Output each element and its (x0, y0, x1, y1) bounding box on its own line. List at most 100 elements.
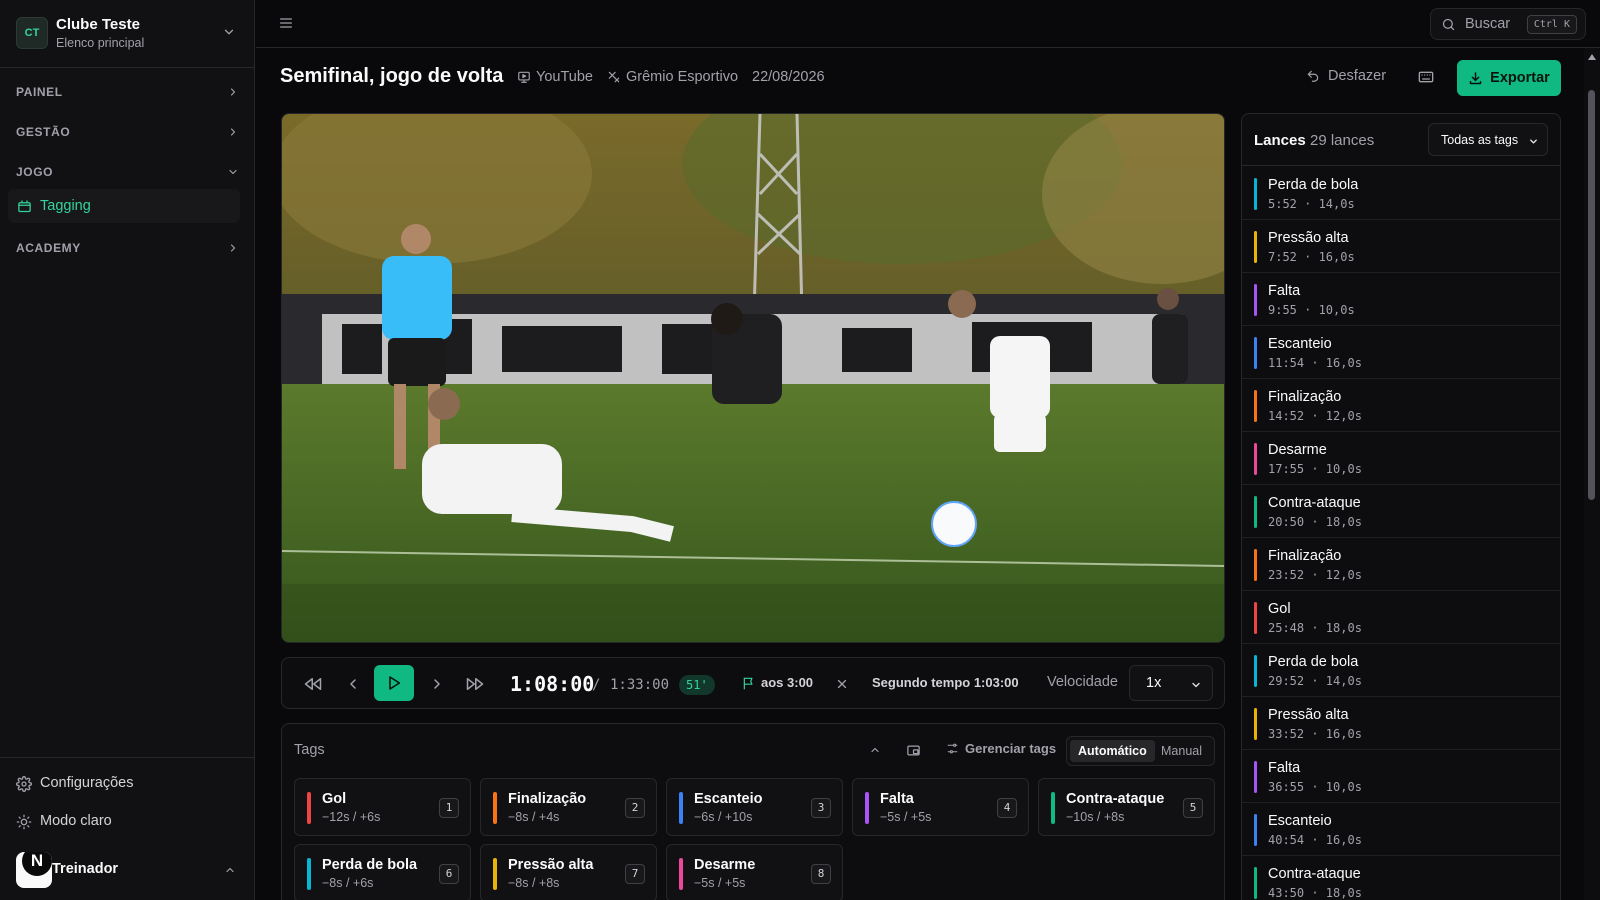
mode-manual-button[interactable]: Manual (1161, 740, 1202, 762)
flag-icon (742, 676, 756, 690)
mode-automatic-button[interactable]: Automático (1070, 740, 1155, 762)
list-item[interactable]: Falta 9:55 · 10,0s (1242, 273, 1560, 326)
list-item[interactable]: Contra-ataque 20:50 · 18,0s (1242, 485, 1560, 538)
skip-back-icon[interactable] (304, 675, 322, 693)
export-button[interactable]: Exportar (1457, 60, 1561, 96)
total-time: 1:33:00 (610, 677, 670, 693)
opponent: Grêmio Esportivo (607, 69, 738, 85)
list-item[interactable]: Escanteio 40:54 · 16,0s (1242, 803, 1560, 856)
tag-color-bar (679, 792, 683, 824)
search-button[interactable]: Buscar Ctrl K (1430, 8, 1586, 40)
manage-tags-button[interactable]: Gerenciar tags (946, 741, 1056, 756)
step-back-icon[interactable] (345, 675, 361, 693)
tag-shortcut-key: 8 (811, 864, 831, 884)
tag-button-contra-ataque[interactable]: Contra-ataque −10s / +8s 5 (1038, 778, 1215, 836)
search-icon (1441, 17, 1456, 32)
tag-button-falta[interactable]: Falta −5s / +5s 4 (852, 778, 1029, 836)
undo-icon (1306, 69, 1320, 83)
tag-button-perda-de-bola[interactable]: Perda de bola −8s / +6s 6 (294, 844, 471, 900)
tags-panel: Tags Gerenciar tags Automático Manual Go… (281, 723, 1225, 900)
list-item[interactable]: Finalização 14:52 · 12,0s (1242, 379, 1560, 432)
picture-in-picture-icon[interactable] (906, 743, 921, 758)
list-item[interactable]: Pressão alta 7:52 · 16,0s (1242, 220, 1560, 273)
lance-name: Finalização (1268, 548, 1342, 564)
chevron-down-icon (1190, 679, 1202, 691)
tagging-mode-toggle: Automático Manual (1066, 736, 1215, 766)
scroll-up-arrow-icon[interactable] (1588, 54, 1596, 60)
lance-color-bar (1254, 602, 1257, 634)
skip-forward-icon[interactable] (466, 675, 484, 693)
lance-name: Contra-ataque (1268, 866, 1361, 882)
lance-color-bar (1254, 231, 1257, 263)
tag-range: −10s / +8s (1066, 810, 1125, 824)
list-item[interactable]: Contra-ataque 43:50 · 18,0s (1242, 856, 1560, 900)
page-scrollbar[interactable] (1584, 48, 1600, 900)
search-shortcut: Ctrl K (1526, 15, 1577, 34)
speed-select[interactable]: 1x (1129, 665, 1213, 701)
avatar: N (16, 852, 52, 888)
tag-range: −8s / +6s (322, 876, 374, 890)
tag-window-icon (17, 199, 32, 214)
lance-color-bar (1254, 284, 1257, 316)
nav-section-gestao[interactable]: GESTÃO (8, 115, 245, 149)
sliders-icon (946, 742, 959, 755)
tag-name: Contra-ataque (1066, 791, 1165, 807)
tag-button-gol[interactable]: Gol −12s / +6s 1 (294, 778, 471, 836)
tag-shortcut-key: 6 (439, 864, 459, 884)
list-item[interactable]: Escanteio 11:54 · 16,0s (1242, 326, 1560, 379)
undo-button[interactable]: Desfazer (1306, 68, 1386, 84)
video-player[interactable] (281, 113, 1225, 643)
scrollbar-thumb[interactable] (1588, 90, 1595, 500)
tag-shortcut-key: 7 (625, 864, 645, 884)
list-item[interactable]: Finalização 23:52 · 12,0s (1242, 538, 1560, 591)
nav-section-jogo[interactable]: JOGO (8, 155, 245, 189)
nav-section-label: ACADEMY (16, 241, 81, 255)
sidebar-item-tagging[interactable]: Tagging (8, 189, 240, 223)
nav-section-painel[interactable]: PAINEL (8, 75, 245, 109)
lance-color-bar (1254, 814, 1257, 846)
menu-icon[interactable] (278, 15, 294, 31)
tag-range: −6s / +10s (694, 810, 753, 824)
list-item[interactable]: Perda de bola 29:52 · 14,0s (1242, 644, 1560, 697)
match-date-label: 22/08/2026 (752, 69, 825, 85)
lances-panel: Lances 29 lances Todas as tags Perda de … (1241, 113, 1561, 900)
settings-button[interactable]: Configurações (16, 770, 246, 798)
tag-color-bar (679, 858, 683, 890)
tag-color-bar (307, 792, 311, 824)
lance-time: 5:52 · 14,0s (1268, 197, 1355, 211)
tag-range: −5s / +5s (880, 810, 932, 824)
tag-button-desarme[interactable]: Desarme −5s / +5s 8 (666, 844, 843, 900)
marker-button[interactable]: aos 3:00 (742, 675, 813, 690)
tag-button-finalizacao[interactable]: Finalização −8s / +4s 2 (480, 778, 657, 836)
step-forward-icon[interactable] (429, 675, 445, 693)
list-item[interactable]: Pressão alta 33:52 · 16,0s (1242, 697, 1560, 750)
tags-panel-title: Tags (294, 742, 325, 758)
close-icon[interactable] (835, 677, 849, 691)
tag-button-pressao-alta[interactable]: Pressão alta −8s / +8s 7 (480, 844, 657, 900)
nav-section-label: GESTÃO (16, 125, 71, 139)
lance-time: 7:52 · 16,0s (1268, 250, 1355, 264)
tag-range: −5s / +5s (694, 876, 746, 890)
gear-icon (16, 776, 32, 792)
chevron-up-icon[interactable] (869, 744, 881, 756)
chevron-right-icon (227, 126, 239, 138)
nav-section-academy[interactable]: ACADEMY (8, 231, 245, 265)
download-icon (1468, 71, 1483, 86)
tag-color-bar (493, 858, 497, 890)
play-button[interactable] (374, 665, 414, 701)
opponent-label: Grêmio Esportivo (626, 69, 739, 85)
list-item[interactable]: Gol 25:48 · 18,0s (1242, 591, 1560, 644)
tag-filter-select[interactable]: Todas as tags (1428, 123, 1548, 156)
tag-button-escanteio[interactable]: Escanteio −6s / +10s 3 (666, 778, 843, 836)
list-item[interactable]: Perda de bola 5:52 · 14,0s (1242, 167, 1560, 220)
tag-range: −8s / +4s (508, 810, 560, 824)
list-item[interactable]: Falta 36:55 · 10,0s (1242, 750, 1560, 803)
tag-name: Finalização (508, 791, 587, 807)
speed-value: 1x (1146, 675, 1162, 691)
user-menu[interactable]: N Treinador (16, 852, 246, 888)
keyboard-icon[interactable] (1418, 69, 1434, 85)
lances-title: Lances (1254, 132, 1306, 149)
list-item[interactable]: Desarme 17:55 · 10,0s (1242, 432, 1560, 485)
club-switcher[interactable]: CT Clube Teste Elenco principal (0, 0, 255, 68)
theme-toggle-button[interactable]: Modo claro (16, 808, 246, 836)
